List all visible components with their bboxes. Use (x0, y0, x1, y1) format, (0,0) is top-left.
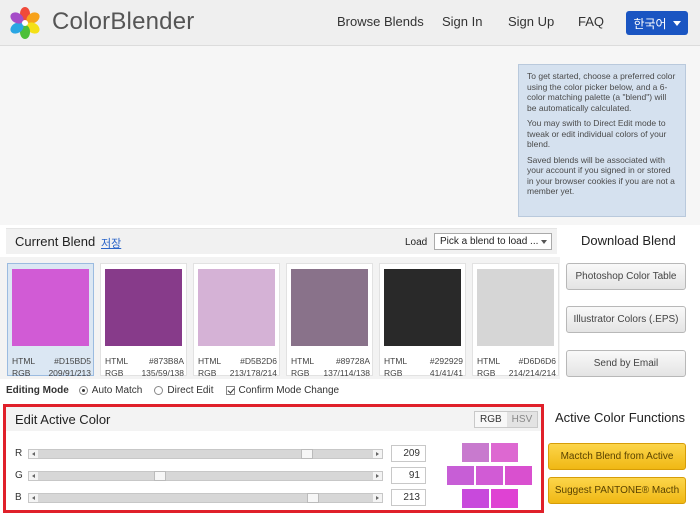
swatch-card-6[interactable]: HTML #D6D6D6 RGB 214/214/214 (472, 263, 559, 378)
slider-left-arrow-icon[interactable] (29, 450, 38, 458)
load-blend-select[interactable]: Pick a blend to load ... (434, 233, 552, 250)
variation-swatch[interactable] (462, 489, 489, 508)
swatch-rgb-row: RGB 209/91/213 (12, 368, 91, 378)
variation-swatch[interactable] (505, 466, 532, 485)
swatch-card-5[interactable]: HTML #292929 RGB 41/41/41 (379, 263, 466, 378)
blue-slider-row: B 213 (6, 489, 541, 507)
swatch-html-row: HTML #89728A (291, 356, 370, 366)
send-by-email-button[interactable]: Send by Email (566, 350, 686, 377)
photoshop-color-table-button[interactable]: Photoshop Color Table (566, 263, 686, 290)
editing-mode-label: Editing Mode (6, 384, 69, 396)
save-blend-link[interactable]: 저장 (101, 235, 121, 251)
slider-right-arrow-icon[interactable] (373, 494, 382, 502)
green-value-input[interactable]: 91 (391, 467, 426, 484)
swatch-card-2[interactable]: HTML #873B8A RGB 135/59/138 (100, 263, 187, 378)
direct-edit-option[interactable]: Direct Edit (154, 384, 214, 396)
tab-rgb[interactable]: RGB (475, 412, 507, 427)
swatch-card-1[interactable]: HTML #D15BD5 RGB 209/91/213 (7, 263, 94, 378)
direct-edit-label: Direct Edit (167, 384, 214, 396)
illustrator-colors-button[interactable]: Illustrator Colors (.EPS) (566, 306, 686, 333)
swatch-card-4[interactable]: HTML #89728A RGB 137/114/138 (286, 263, 373, 378)
auto-match-option[interactable]: Auto Match (78, 384, 143, 396)
info-paragraph-2: You may swith to Direct Edit mode to twe… (527, 118, 667, 149)
current-blend-bar: Current Blend 저장 Load Pick a blend to lo… (6, 228, 557, 254)
brand-name[interactable]: ColorBlender (52, 8, 194, 36)
info-paragraph-1: To get started, choose a preferred color… (527, 71, 676, 113)
blue-label: B (15, 492, 22, 503)
swatch-rgb-row: RGB 213/178/214 (198, 368, 277, 378)
red-slider-thumb[interactable] (301, 449, 313, 459)
variation-swatch[interactable] (462, 443, 489, 462)
color-picker-area: To get started, choose a preferred color… (0, 46, 700, 225)
swatch-rgb-row: RGB 137/114/138 (291, 368, 370, 378)
swatch-color-3 (198, 269, 275, 346)
swatch-color-5 (384, 269, 461, 346)
variation-swatch[interactable] (447, 466, 474, 485)
edit-active-color-header: Edit Active Color RGB HSV (6, 407, 541, 431)
red-label: R (15, 448, 23, 459)
suggest-pantone-button[interactable]: Suggest PANTONE® Macth (548, 477, 686, 504)
slider-right-arrow-icon[interactable] (373, 450, 382, 458)
chevron-down-icon (541, 240, 547, 244)
swatch-color-6 (477, 269, 554, 346)
auto-match-radio[interactable] (78, 385, 88, 395)
slider-left-arrow-icon[interactable] (29, 494, 38, 502)
nav-faq[interactable]: FAQ (578, 14, 604, 29)
match-blend-button[interactable]: Mactch Blend from Active (548, 443, 686, 470)
direct-edit-radio[interactable] (154, 385, 164, 395)
green-slider-thumb[interactable] (154, 471, 166, 481)
edit-active-color-panel: Edit Active Color RGB HSV R 209 G 91 B 2… (3, 404, 544, 513)
variation-swatch[interactable] (476, 466, 503, 485)
tab-hsv[interactable]: HSV (506, 412, 538, 427)
confirm-mode-label: Confirm Mode Change (238, 384, 340, 396)
red-value-input[interactable]: 209 (391, 445, 426, 462)
swatch-html-row: HTML #292929 (384, 356, 463, 366)
editing-mode-row: Editing Mode Auto Match Direct Edit Conf… (6, 382, 351, 398)
download-blend-title: Download Blend (581, 233, 676, 248)
language-dropdown[interactable]: 한국어 (626, 11, 688, 35)
swatch-html-row: HTML #D6D6D6 (477, 356, 556, 366)
swatch-html-row: HTML #D15BD5 (12, 356, 91, 366)
top-header: ColorBlender Browse Blends Sign In Sign … (0, 0, 700, 46)
color-mode-tabs: RGB HSV (474, 411, 539, 428)
green-label: G (15, 470, 23, 481)
active-color-functions-title: Active Color Functions (555, 410, 686, 425)
red-slider-row: R 209 (6, 445, 541, 463)
swatch-color-1 (12, 269, 89, 346)
current-blend-title: Current Blend (15, 234, 96, 249)
swatch-card-3[interactable]: HTML #D5B2D6 RGB 213/178/214 (193, 263, 280, 378)
nav-browse-blends[interactable]: Browse Blends (337, 14, 424, 29)
slider-left-arrow-icon[interactable] (29, 472, 38, 480)
nav-sign-up[interactable]: Sign Up (508, 14, 554, 29)
variation-swatch[interactable] (491, 489, 518, 508)
slider-right-arrow-icon[interactable] (373, 472, 382, 480)
swatch-rgb-row: RGB 214/214/214 (477, 368, 556, 378)
swatch-rgb-row: RGB 41/41/41 (384, 368, 463, 378)
getting-started-info: To get started, choose a preferred color… (518, 64, 686, 217)
language-label: 한국어 (633, 16, 667, 31)
load-label: Load (405, 237, 428, 248)
variation-swatch[interactable] (491, 443, 518, 462)
swatch-rgb-row: RGB 135/59/138 (105, 368, 184, 378)
chevron-down-icon (672, 20, 681, 26)
info-paragraph-3: Saved blends will be associated with you… (527, 154, 675, 197)
colorblender-logo-icon[interactable] (8, 6, 42, 40)
blue-slider-thumb[interactable] (307, 493, 319, 503)
red-slider[interactable] (28, 449, 383, 459)
confirm-mode-checkbox[interactable] (225, 385, 235, 395)
green-slider[interactable] (28, 471, 383, 481)
swatch-html-row: HTML #D5B2D6 (198, 356, 277, 366)
swatch-color-4 (291, 269, 368, 346)
blend-swatches: HTML #D15BD5 RGB 209/91/213 HTML #873B8A RG… (0, 257, 560, 379)
swatch-color-2 (105, 269, 182, 346)
blue-value-input[interactable]: 213 (391, 489, 426, 506)
load-select-value: Pick a blend to load ... (440, 236, 539, 247)
auto-match-label: Auto Match (91, 384, 143, 396)
edit-active-color-title: Edit Active Color (15, 412, 111, 427)
blue-slider[interactable] (28, 493, 383, 503)
confirm-mode-option[interactable]: Confirm Mode Change (225, 384, 340, 396)
swatch-html-row: HTML #873B8A (105, 356, 184, 366)
nav-sign-in[interactable]: Sign In (442, 14, 482, 29)
